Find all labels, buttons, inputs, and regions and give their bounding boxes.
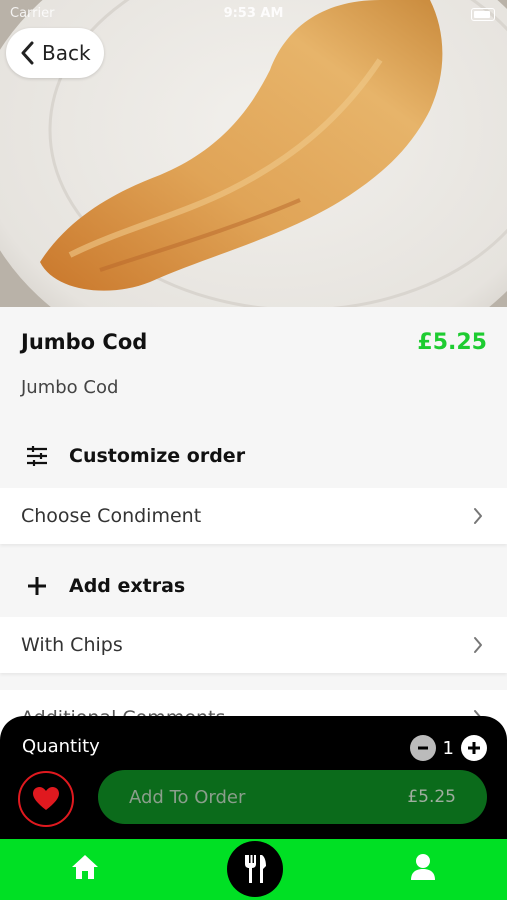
quantity-label: Quantity <box>22 736 100 757</box>
tab-home[interactable] <box>70 853 100 885</box>
plus-icon <box>22 576 52 596</box>
decrease-quantity-button[interactable] <box>409 735 436 761</box>
status-time: 9:53 AM <box>223 6 284 21</box>
quantity-value: 1 <box>442 737 454 759</box>
heart-icon <box>33 787 59 810</box>
customize-heading: Customize order <box>69 445 246 467</box>
cutlery-icon <box>245 855 266 883</box>
product-price: £5.25 <box>417 330 487 355</box>
chevron-right-icon <box>474 637 482 653</box>
status-bar: Carrier 9:53 AM <box>0 0 507 28</box>
extras-section-header: Add extras <box>0 558 507 614</box>
sliders-icon <box>22 445 52 467</box>
choose-condiment-label: Choose Condiment <box>21 505 202 527</box>
user-icon <box>411 854 435 880</box>
extras-heading: Add extras <box>69 575 186 597</box>
chevron-right-icon <box>474 508 482 524</box>
quantity-stepper: 1 <box>409 735 487 761</box>
with-chips-label: With Chips <box>21 634 123 656</box>
chevron-left-icon <box>21 41 34 65</box>
customize-section-header: Customize order <box>0 428 507 484</box>
back-label: Back <box>42 41 91 65</box>
choose-condiment-row[interactable]: Choose Condiment <box>0 488 507 544</box>
add-to-order-price: £5.25 <box>407 787 456 807</box>
battery-icon <box>471 8 495 21</box>
favorite-button[interactable] <box>18 771 74 827</box>
product-name: Jumbo Cod <box>21 330 148 354</box>
plus-icon <box>468 742 480 754</box>
add-to-order-button[interactable]: Add To Order £5.25 <box>98 770 487 824</box>
increase-quantity-button[interactable] <box>461 735 487 761</box>
back-button[interactable]: Back <box>6 28 104 78</box>
minus-icon <box>417 746 428 750</box>
add-to-order-label: Add To Order <box>129 786 246 808</box>
product-description: Jumbo Cod <box>21 377 119 398</box>
with-chips-row[interactable]: With Chips <box>0 617 507 673</box>
tab-menu[interactable] <box>227 841 283 897</box>
home-icon <box>72 855 98 879</box>
tab-profile[interactable] <box>410 853 436 885</box>
